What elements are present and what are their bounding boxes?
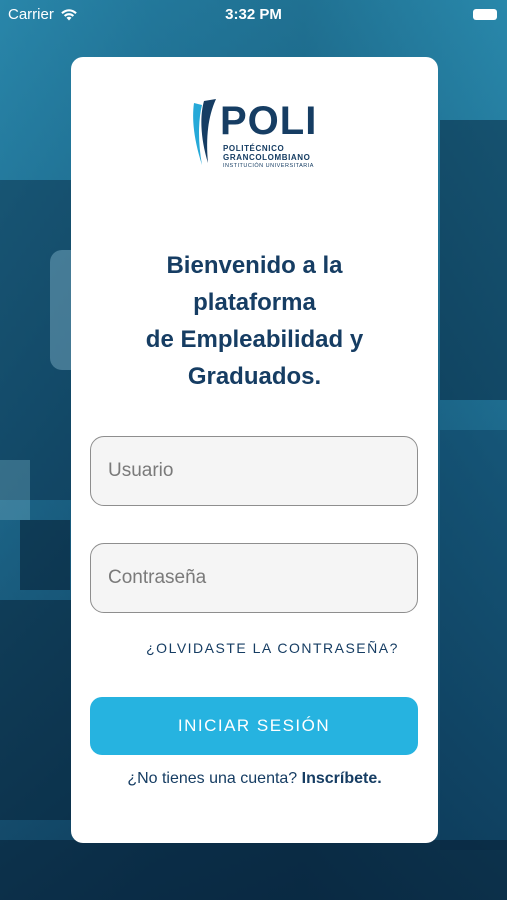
password-placeholder: Contraseña <box>108 567 207 588</box>
login-button-label: INICIAR SESIÓN <box>177 716 331 735</box>
forgot-password-link[interactable]: ¿OLVIDASTE LA CONTRASEÑA? <box>71 640 438 656</box>
signup-prompt: ¿No tienes una cuenta? Inscríbete. <box>71 770 438 788</box>
battery-icon <box>473 9 497 20</box>
signup-link[interactable]: Inscríbete. <box>302 770 382 787</box>
username-placeholder: Usuario <box>108 460 174 481</box>
logo-line-3: INSTITUCIÓN UNIVERSITARIA <box>223 163 314 169</box>
signup-prompt-text: ¿No tienes una cuenta? <box>127 770 298 787</box>
welcome-line: de Empleabilidad y <box>145 326 364 353</box>
username-field[interactable]: Usuario <box>90 436 418 506</box>
poli-emblem-icon <box>193 99 216 165</box>
logo-line-1: POLITÉCNICO <box>223 144 285 153</box>
logo-wordmark: POLI <box>220 99 318 143</box>
login-card: POLI POLITÉCNICO GRANCOLOMBIANO INSTITUC… <box>71 57 438 843</box>
login-button[interactable]: INICIAR SESIÓN <box>90 697 418 755</box>
status-time: 3:32 PM <box>225 6 282 23</box>
status-bar: Carrier 3:32 PM <box>0 0 507 28</box>
welcome-line: Graduados. <box>187 363 322 390</box>
welcome-line: Bienvenido a la <box>166 252 343 279</box>
password-field[interactable]: Contraseña <box>90 543 418 613</box>
welcome-heading: Bienvenido a la plataforma de Empleabili… <box>71 247 438 395</box>
poli-logo: POLI POLITÉCNICO GRANCOLOMBIANO INSTITUC… <box>190 97 320 175</box>
welcome-line: plataforma <box>193 289 316 316</box>
logo-line-2: GRANCOLOMBIANO <box>223 153 311 162</box>
